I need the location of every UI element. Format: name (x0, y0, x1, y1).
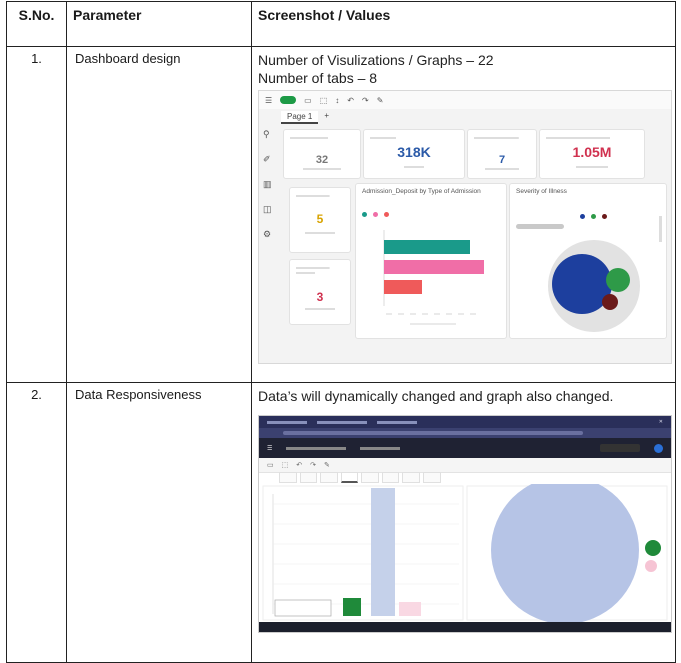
tab[interactable] (320, 472, 338, 483)
tab[interactable] (279, 472, 297, 483)
close-icon[interactable]: ✕ (659, 419, 663, 425)
toolbar-icon[interactable]: ▭ (267, 461, 274, 469)
bubble (602, 294, 618, 310)
row-values: Data’s will dynamically changed and grap… (251, 382, 676, 663)
menu-icon[interactable]: ☰ (265, 96, 272, 105)
kpi-value: 32 (315, 154, 329, 166)
undo-icon[interactable]: ↶ (347, 96, 354, 105)
browser-tab-bar: ✕ (259, 416, 671, 428)
left-rail: ⚲ ✐ ▥ ◫ ⚙ (263, 129, 272, 240)
bubble (645, 540, 661, 556)
address-bar[interactable] (259, 428, 671, 438)
toggle-switch[interactable] (280, 96, 297, 104)
row-parameter: Dashboard design (66, 46, 252, 383)
edit-icon[interactable]: ✎ (324, 461, 330, 469)
redo-icon[interactable]: ↷ (310, 461, 316, 469)
dashboard-screenshot: ☰ ▭ ⬚ ↕ ↶ ↷ ✎ Page 1 + ⚲ ✐ ▥ ◫ ⚙ 32 318K… (258, 90, 672, 364)
row-values: Number of Visulizations / Graphs – 22 Nu… (251, 46, 676, 383)
value-line: Data’s will dynamically changed and grap… (258, 388, 614, 404)
chart-icon[interactable]: ▥ (263, 179, 272, 190)
settings-icon[interactable]: ⚙ (263, 229, 272, 240)
bubble-chart (548, 240, 640, 332)
kpi-value: 318K (397, 144, 431, 160)
tab-active[interactable] (340, 472, 359, 483)
dashboard-tabs: Page 1 + (281, 111, 329, 124)
kpi-card[interactable]: 1.05M (539, 129, 645, 179)
tab[interactable] (381, 472, 400, 483)
brush-icon[interactable]: ✐ (263, 154, 272, 165)
bar-chart-card[interactable]: Admission_Deposit by Type of Admission (355, 183, 507, 339)
redo-icon[interactable]: ↷ (362, 96, 369, 105)
parameter-table: S.No. Parameter Screenshot / Values 1. D… (6, 1, 676, 663)
bar-chart-legend (362, 212, 390, 219)
tab[interactable] (422, 472, 441, 483)
header-screenshot-values: Screenshot / Values (251, 1, 676, 47)
bar-chart-title: Admission_Deposit by Type of Admission (362, 188, 481, 195)
tab[interactable] (402, 472, 420, 483)
tab-page-1[interactable]: Page 1 (281, 111, 319, 124)
add-tab-icon[interactable]: + (324, 111, 329, 124)
toolbar-icon[interactable]: ⬚ (320, 96, 328, 105)
value-line: Number of tabs – 8 (258, 70, 378, 86)
menu-icon[interactable]: ☰ (267, 445, 272, 452)
bubble-legend (580, 214, 608, 219)
table-header-row: S.No. Parameter Screenshot / Values (6, 1, 676, 47)
tab[interactable] (299, 472, 318, 483)
edit-icon[interactable]: ✎ (377, 96, 384, 105)
avatar[interactable] (654, 443, 663, 453)
bar-chart (383, 230, 484, 325)
layers-icon[interactable]: ◫ (263, 204, 272, 215)
kpi-card[interactable]: 7 (467, 129, 537, 179)
toolbar-icon[interactable]: ↕ (335, 96, 339, 105)
bar (384, 260, 484, 274)
dashboard-toolbar: ☰ ▭ ⬚ ↕ ↶ ↷ ✎ (259, 91, 671, 109)
undo-icon[interactable]: ↶ (296, 461, 302, 469)
table-row: 2. Data Responsiveness Data’s will dynam… (6, 382, 676, 663)
report-toolbar: ▭ ⬚ ↶ ↷ ✎ (259, 458, 671, 473)
kpi-value: 1.05M (572, 144, 612, 160)
bar (371, 488, 395, 616)
tooltip (274, 599, 332, 617)
browser-screenshot: ✕ ☰ ▭ ⬚ ↶ ↷ ✎ (258, 415, 672, 633)
bubble-chart-title: Severity of Illness (516, 188, 567, 195)
row-sno: 2. (6, 382, 67, 663)
kpi-card[interactable]: 5 (289, 187, 351, 253)
bubble (606, 268, 630, 292)
filter-icon[interactable]: ⚲ (263, 129, 272, 140)
toolbar-icon[interactable]: ⬚ (282, 461, 289, 469)
bubble-chart-card[interactable]: Severity of Illness (509, 183, 667, 339)
kpi-card[interactable]: 32 (283, 129, 361, 179)
bar (384, 240, 470, 254)
filtered-charts (262, 484, 668, 622)
report-tabs (279, 472, 441, 483)
row-sno: 1. (6, 46, 67, 383)
table-row: 1. Dashboard design Number of Visulizati… (6, 46, 676, 383)
taskbar (259, 622, 671, 632)
kpi-value: 5 (316, 212, 324, 226)
kpi-card[interactable]: 318K (363, 129, 465, 179)
toolbar-icon[interactable]: ▭ (304, 96, 312, 105)
bar (399, 602, 421, 616)
bubble (645, 560, 657, 572)
app-header: ☰ (259, 438, 671, 458)
value-line: Number of Visulizations / Graphs – 22 (258, 52, 494, 68)
row-parameter: Data Responsiveness (66, 382, 252, 663)
bar (343, 598, 361, 616)
kpi-value: 3 (316, 290, 324, 304)
tab[interactable] (361, 472, 379, 483)
header-parameter: Parameter (66, 1, 252, 47)
header-sno: S.No. (6, 1, 67, 47)
kpi-value: 7 (498, 154, 506, 166)
bar (384, 280, 422, 294)
kpi-card[interactable]: 3 (289, 259, 351, 325)
bubble (491, 484, 639, 622)
